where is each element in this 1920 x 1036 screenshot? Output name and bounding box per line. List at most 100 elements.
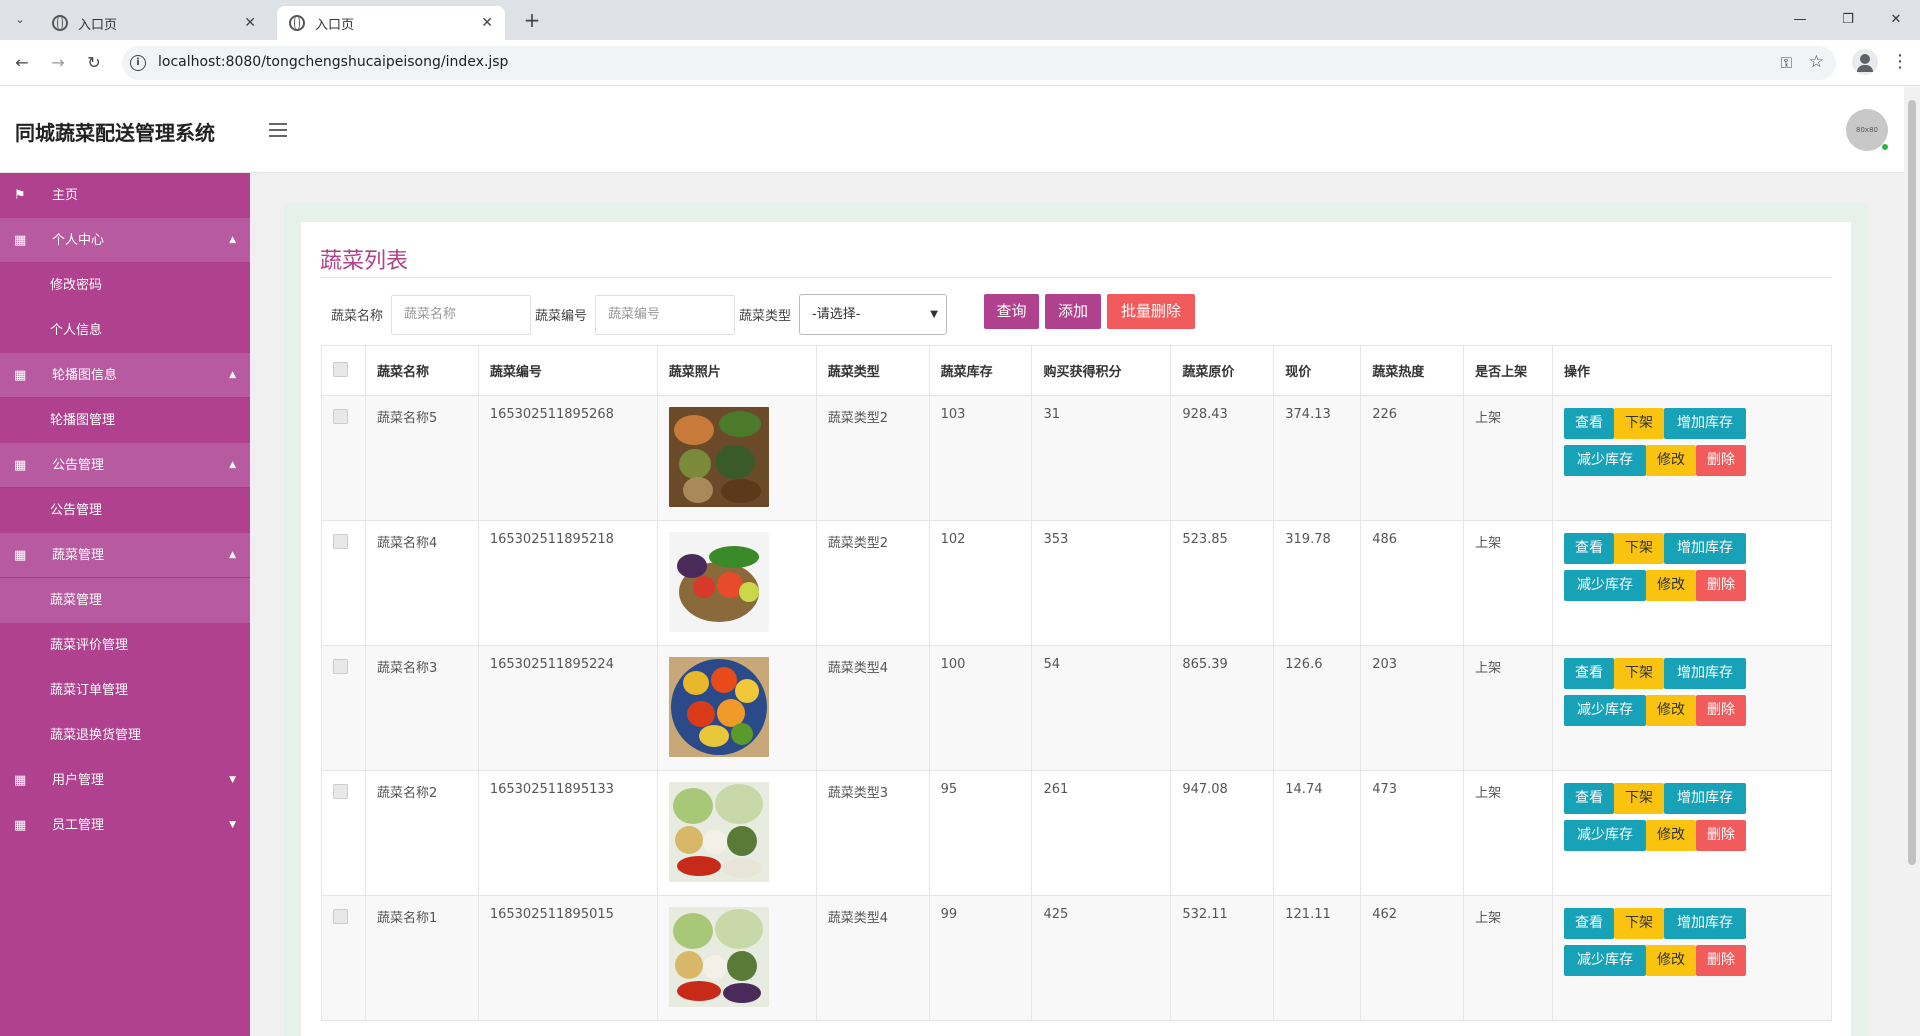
row-select-cell xyxy=(321,520,366,646)
sidebar-group-carousel[interactable]: ▦ 轮播图信息 ▲ xyxy=(0,353,250,398)
batch-delete-button[interactable]: 批量删除 xyxy=(1107,294,1195,329)
row-checkbox[interactable] xyxy=(333,534,348,549)
reduce-stock-button[interactable]: 减少库存 xyxy=(1564,820,1647,851)
browser-toolbar: ← → ↻ i localhost:8080/tongchengshucaipe… xyxy=(0,40,1920,86)
type-select[interactable]: -请选择- ▼ xyxy=(799,294,947,335)
profile-icon[interactable] xyxy=(1852,49,1878,75)
view-button[interactable]: 查看 xyxy=(1564,658,1615,689)
photo-cell xyxy=(656,645,817,771)
sidebar-item-notice-manage[interactable]: 公告管理 xyxy=(0,488,250,533)
edit-button[interactable]: 修改 xyxy=(1646,695,1697,726)
edit-button[interactable]: 修改 xyxy=(1646,945,1697,976)
unlist-button[interactable]: 下架 xyxy=(1614,908,1665,939)
restore-icon[interactable]: ❐ xyxy=(1824,0,1872,40)
sidebar-item-carousel-manage[interactable]: 轮播图管理 xyxy=(0,398,250,443)
sidebar-group-staff[interactable]: ▦ 员工管理 ▼ xyxy=(0,803,250,848)
sidebar-item-home[interactable]: ⚑ 主页 xyxy=(0,173,250,218)
search-button[interactable]: 查询 xyxy=(984,294,1039,329)
close-icon[interactable]: ✕ xyxy=(481,15,493,31)
vegetable-current-price: 126.6 xyxy=(1273,645,1362,771)
add-stock-button[interactable]: 增加库存 xyxy=(1664,783,1747,814)
reduce-stock-button[interactable]: 减少库存 xyxy=(1564,945,1647,976)
delete-button[interactable]: 删除 xyxy=(1696,445,1747,476)
sidebar-group-users[interactable]: ▦ 用户管理 ▼ xyxy=(0,758,250,803)
app-header: 同城蔬菜配送管理系统 80x80 xyxy=(0,87,1904,173)
add-stock-button[interactable]: 增加库存 xyxy=(1664,908,1747,939)
menu-toggle-icon[interactable] xyxy=(269,123,287,137)
sidebar-group-personal[interactable]: ▦ 个人中心 ▲ xyxy=(0,218,250,263)
more-menu-icon[interactable]: ⋮ xyxy=(1890,50,1910,74)
address-bar[interactable]: i localhost:8080/tongchengshucaipeisong/… xyxy=(122,46,1836,80)
row-checkbox[interactable] xyxy=(333,784,348,799)
sidebar-item-label: 个人信息 xyxy=(50,323,103,338)
reduce-stock-button[interactable]: 减少库存 xyxy=(1564,695,1647,726)
add-stock-button[interactable]: 增加库存 xyxy=(1664,408,1747,439)
row-checkbox[interactable] xyxy=(333,909,348,924)
delete-button[interactable]: 删除 xyxy=(1696,945,1747,976)
row-checkbox[interactable] xyxy=(333,409,348,424)
sidebar-group-vegetable[interactable]: ▦ 蔬菜管理 ▲ xyxy=(0,533,250,578)
reduce-stock-button[interactable]: 减少库存 xyxy=(1564,570,1647,601)
vegetable-heat: 473 xyxy=(1360,770,1465,896)
grid-icon: ▦ xyxy=(14,548,27,563)
unlist-button[interactable]: 下架 xyxy=(1614,783,1665,814)
sidebar-item-vegetable-manage[interactable]: 蔬菜管理 xyxy=(0,578,250,623)
online-status-dot xyxy=(1881,143,1889,151)
edit-button[interactable]: 修改 xyxy=(1646,570,1697,601)
vegetable-heat: 226 xyxy=(1360,395,1465,521)
page-scrollbar-thumb[interactable] xyxy=(1908,100,1916,865)
add-stock-button[interactable]: 增加库存 xyxy=(1664,533,1747,564)
minimize-icon[interactable]: — xyxy=(1776,0,1824,40)
view-button[interactable]: 查看 xyxy=(1564,408,1615,439)
unlist-button[interactable]: 下架 xyxy=(1614,533,1665,564)
browser-tab-active[interactable]: 入口页 ✕ xyxy=(277,6,505,40)
close-icon[interactable]: ✕ xyxy=(244,15,256,31)
back-icon[interactable]: ← xyxy=(10,51,34,75)
view-button[interactable]: 查看 xyxy=(1564,783,1615,814)
vegetable-stock: 95 xyxy=(928,770,1033,896)
sidebar-group-notice[interactable]: ▦ 公告管理 ▲ xyxy=(0,443,250,488)
unlist-button[interactable]: 下架 xyxy=(1614,408,1665,439)
reload-icon[interactable]: ↻ xyxy=(82,51,106,75)
sidebar-item-vegetable-order[interactable]: 蔬菜订单管理 xyxy=(0,668,250,713)
reduce-stock-button[interactable]: 减少库存 xyxy=(1564,445,1647,476)
name-filter-label: 蔬菜名称 xyxy=(331,309,384,324)
view-button[interactable]: 查看 xyxy=(1564,533,1615,564)
select-all-checkbox[interactable] xyxy=(333,362,348,377)
delete-button[interactable]: 删除 xyxy=(1696,570,1747,601)
delete-button[interactable]: 删除 xyxy=(1696,695,1747,726)
key-icon[interactable]: ⚿ xyxy=(1781,54,1792,72)
sidebar: ⚑ 主页 ▦ 个人中心 ▲ 修改密码 个人信息 ▦ 轮播图信息 ▲ 轮播图管理 … xyxy=(0,173,250,1036)
forward-icon[interactable]: → xyxy=(46,51,70,75)
view-button[interactable]: 查看 xyxy=(1564,908,1615,939)
caret-down-icon: ▼ xyxy=(229,775,236,785)
column-header: 蔬菜库存 xyxy=(928,345,1033,396)
edit-button[interactable]: 修改 xyxy=(1646,445,1697,476)
edit-button[interactable]: 修改 xyxy=(1646,820,1697,851)
tab-search-icon[interactable]: ⌄ xyxy=(8,8,32,32)
browser-tab[interactable]: 入口页 ✕ xyxy=(40,6,268,40)
sidebar-item-profile[interactable]: 个人信息 xyxy=(0,308,250,353)
sidebar-item-change-password[interactable]: 修改密码 xyxy=(0,263,250,308)
sidebar-item-label: 蔬菜管理 xyxy=(50,593,103,608)
name-search-input[interactable]: 蔬菜名称 xyxy=(391,295,531,335)
vegetable-status: 上架 xyxy=(1463,520,1554,646)
site-info-icon[interactable]: i xyxy=(130,55,146,71)
sidebar-item-vegetable-review[interactable]: 蔬菜评价管理 xyxy=(0,623,250,668)
bookmark-star-icon[interactable]: ☆ xyxy=(1809,52,1824,72)
add-stock-button[interactable]: 增加库存 xyxy=(1664,658,1747,689)
sidebar-group-label: 轮播图信息 xyxy=(52,368,118,383)
close-window-icon[interactable]: ✕ xyxy=(1872,0,1920,40)
row-checkbox[interactable] xyxy=(333,659,348,674)
url-text[interactable]: localhost:8080/tongchengshucaipeisong/in… xyxy=(158,54,508,70)
code-search-input[interactable]: 蔬菜编号 xyxy=(595,295,735,335)
vegetable-code: 165302511895224 xyxy=(477,645,658,771)
vegetable-current-price: 121.11 xyxy=(1273,895,1362,1021)
table-header-row: 蔬菜名称 蔬菜编号 蔬菜照片 蔬菜类型 蔬菜库存 购买获得积分 蔬菜原价 现价 … xyxy=(321,345,1832,396)
add-button[interactable]: 添加 xyxy=(1045,294,1101,329)
new-tab-icon[interactable]: + xyxy=(520,8,544,32)
unlist-button[interactable]: 下架 xyxy=(1614,658,1665,689)
delete-button[interactable]: 删除 xyxy=(1696,820,1747,851)
sidebar-item-vegetable-return[interactable]: 蔬菜退换货管理 xyxy=(0,713,250,758)
column-header: 蔬菜照片 xyxy=(656,345,817,396)
